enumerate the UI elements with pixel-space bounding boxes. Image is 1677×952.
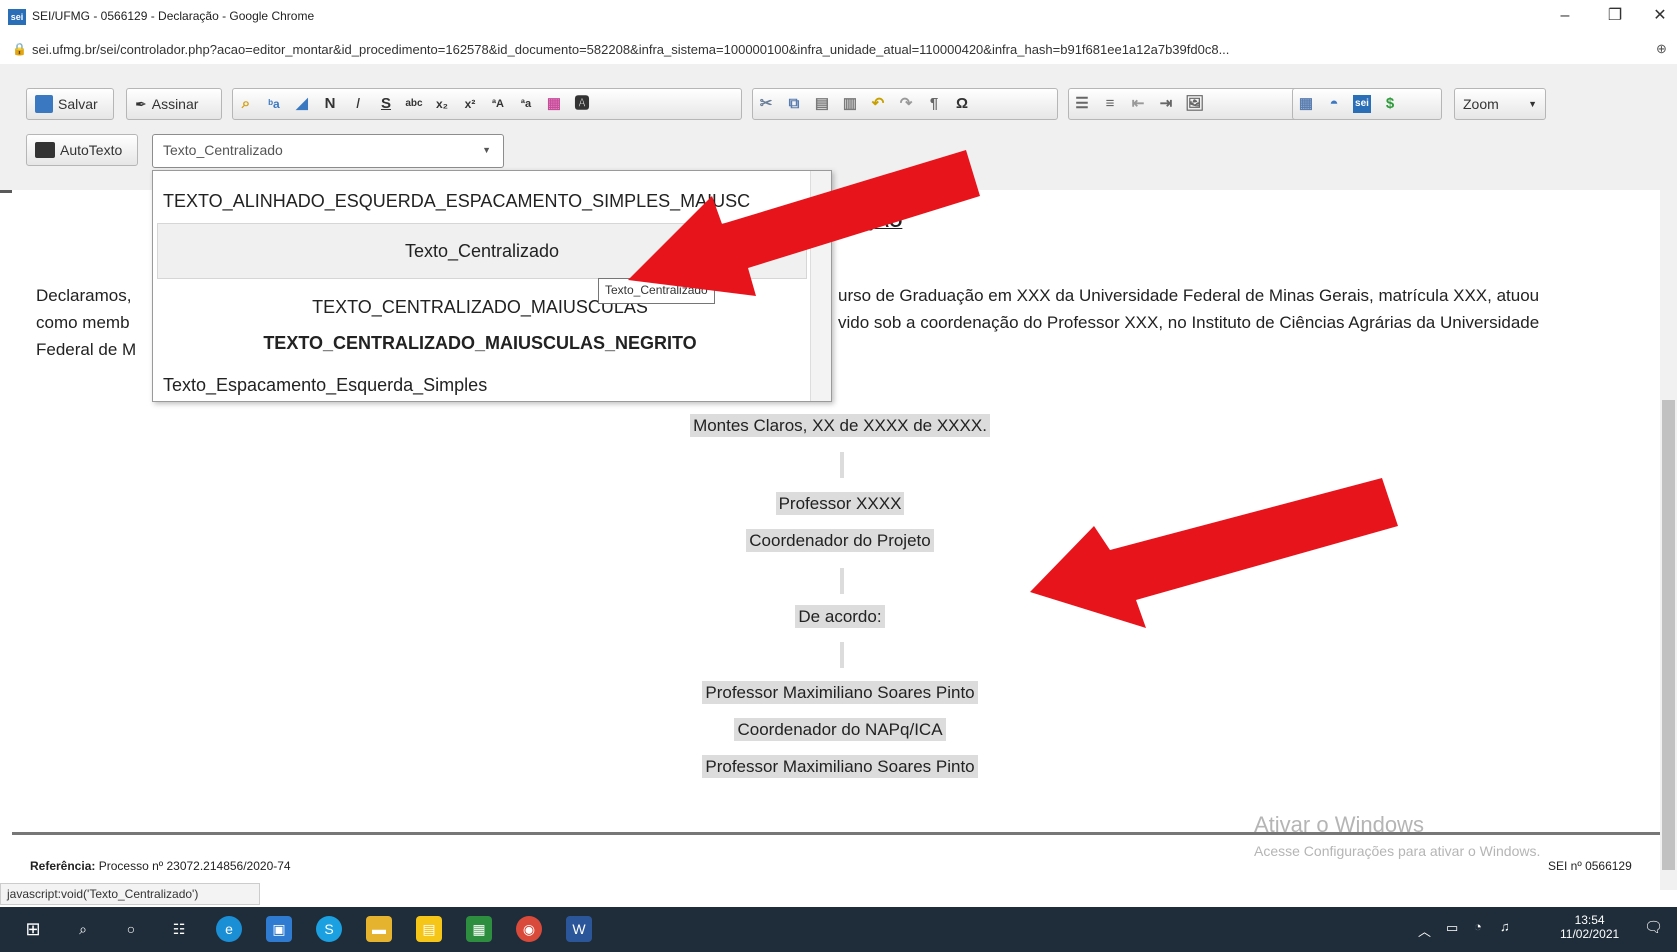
- windows-start-icon[interactable]: ⊞: [20, 916, 46, 942]
- table-color-icon[interactable]: ▦: [545, 95, 563, 113]
- url-text[interactable]: sei.ufmg.br/sei/controlador.php?acao=edi…: [32, 42, 1229, 57]
- link-icon[interactable]: ◓: [1325, 95, 1343, 113]
- battery-icon[interactable]: ▭: [1446, 920, 1458, 936]
- minimize-icon[interactable]: –: [1550, 5, 1580, 27]
- dollar-icon[interactable]: $: [1381, 95, 1399, 113]
- search-icon[interactable]: ⌕: [70, 916, 96, 942]
- pen-icon: ✒: [135, 95, 147, 112]
- table-icon[interactable]: ▦: [1297, 95, 1315, 113]
- signer2-role: Coordenador do NAPq/ICA: [500, 714, 1180, 746]
- window-title: SEI/UFMG - 0566129 - Declaração - Google…: [32, 9, 315, 23]
- lock-icon: 🔒: [12, 42, 27, 56]
- pilcrow-icon[interactable]: ¶: [925, 95, 943, 113]
- cortana-icon[interactable]: ○: [118, 916, 144, 942]
- restore-icon[interactable]: ❐: [1600, 5, 1630, 27]
- undo-icon[interactable]: ↶: [869, 95, 887, 113]
- chrome-icon[interactable]: ◉: [516, 916, 542, 942]
- sign-button[interactable]: ✒ Assinar: [126, 88, 222, 120]
- autotext-button[interactable]: AutoTexto: [26, 134, 138, 166]
- signer2-name-repeat: Professor Maximiliano Soares Pinto: [500, 751, 1180, 783]
- copy-icon[interactable]: ⧉: [785, 95, 803, 113]
- paste-word-icon[interactable]: ▥: [841, 95, 859, 113]
- format-toolbar-group: ⌕ ᵇa ◢ N I S abc x₂ x² ªA ªa ▦ 🅰: [232, 88, 742, 120]
- outdent-icon[interactable]: ⇤: [1129, 95, 1147, 113]
- sei-logo: sei: [8, 9, 26, 25]
- sei-link-icon[interactable]: sei: [1353, 95, 1371, 113]
- bulleted-list-icon[interactable]: ≡: [1101, 95, 1119, 113]
- edit-toolbar-group: ✂ ⧉ ▤ ▥ ↶ ↷ ¶ Ω: [752, 88, 1058, 120]
- sei-number: SEI nº 0566129: [1548, 859, 1632, 873]
- sticky-notes-icon[interactable]: ▤: [416, 916, 442, 942]
- paragraph-toolbar-group: ☰ ≡ ⇤ ⇥ 🖼: [1068, 88, 1304, 120]
- skype-icon[interactable]: S: [316, 916, 342, 942]
- numbered-list-icon[interactable]: ☰: [1073, 95, 1091, 113]
- browser-title-bar: sei SEI/UFMG - 0566129 - Declaração - Go…: [0, 0, 1677, 34]
- image-icon[interactable]: 🖼: [1185, 95, 1204, 113]
- paragraph-line2-right: vido sob a coordenação do Professor XXX,…: [838, 313, 1540, 332]
- omega-icon[interactable]: Ω: [953, 95, 971, 113]
- save-button[interactable]: Salvar: [26, 88, 114, 120]
- reference-text: Referência: Processo nº 23072.214856/202…: [30, 859, 291, 873]
- task-view-icon[interactable]: ☷: [166, 916, 192, 942]
- style-select[interactable]: Texto_Centralizado ▼: [152, 134, 504, 168]
- store-icon[interactable]: ▣: [266, 916, 292, 942]
- document-scrollbar[interactable]: [1660, 190, 1677, 890]
- underline-icon[interactable]: S: [377, 95, 395, 113]
- italic-icon[interactable]: I: [349, 95, 367, 113]
- red-arrow-top: [628, 150, 980, 296]
- paragraph-line3-left: Federal de M: [36, 340, 137, 359]
- red-arrow-bottom: [1030, 478, 1398, 628]
- word-icon[interactable]: W: [566, 916, 592, 942]
- windows-activation-subtitle: Acesse Configurações para ativar o Windo…: [1254, 843, 1541, 859]
- address-bar[interactable]: 🔒 sei.ufmg.br/sei/controlador.php?acao=e…: [0, 34, 1677, 64]
- zoom-magnifier-icon[interactable]: ⊕: [1656, 41, 1667, 57]
- edge-icon[interactable]: e: [216, 916, 242, 942]
- eraser-icon[interactable]: ◢: [293, 95, 311, 113]
- paste-icon[interactable]: ▤: [813, 95, 831, 113]
- status-bar: javascript:void('Texto_Centralizado'): [0, 883, 260, 905]
- wifi-icon[interactable]: ◔: [1474, 919, 1482, 934]
- uppercase-icon[interactable]: ªA: [489, 95, 507, 113]
- chevron-down-icon: ▼: [1528, 99, 1537, 109]
- windows-activation-title: Ativar o Windows: [1254, 812, 1424, 837]
- app-icon[interactable]: ▦: [466, 916, 492, 942]
- close-icon[interactable]: ✕: [1645, 5, 1675, 27]
- strikethrough-icon[interactable]: abc: [405, 95, 423, 113]
- replace-icon[interactable]: ᵇa: [265, 95, 283, 113]
- lowercase-icon[interactable]: ªa: [517, 95, 535, 113]
- superscript-icon[interactable]: x²: [461, 95, 479, 113]
- dropdown-item[interactable]: Texto_Espacamento_Esquerda_Simples: [153, 375, 817, 396]
- spacer-line: [840, 452, 844, 478]
- speech-bubble-icon: [35, 142, 55, 158]
- spacer-line: [840, 568, 844, 594]
- notifications-icon[interactable]: 🗨: [1644, 918, 1663, 936]
- taskbar-clock[interactable]: 13:54 11/02/2021: [1560, 913, 1619, 941]
- windows-taskbar: ⊞ ⌕ ○ ☷ e ▣ S ▬ ▤ ▦ ◉ W ︿ ▭ ◔ ♫ 13:54 11…: [0, 907, 1677, 952]
- find-icon[interactable]: ⌕: [237, 95, 255, 113]
- subscript-icon[interactable]: x₂: [433, 95, 451, 113]
- spacer-line: [840, 642, 844, 668]
- tray-chevron-icon[interactable]: ︿: [1418, 921, 1431, 940]
- place-date-line: Montes Claros, XX de XXXX de XXXX.: [500, 410, 1180, 442]
- volume-icon[interactable]: ♫: [1500, 919, 1510, 934]
- redo-icon[interactable]: ↷: [897, 95, 915, 113]
- scrollbar-thumb[interactable]: [1662, 400, 1675, 870]
- file-explorer-icon[interactable]: ▬: [366, 916, 392, 942]
- chevron-down-icon: ▼: [482, 145, 491, 155]
- indent-icon[interactable]: ⇥: [1157, 95, 1175, 113]
- signer2-name: Professor Maximiliano Soares Pinto: [500, 677, 1180, 709]
- zoom-select[interactable]: Zoom ▼: [1454, 88, 1546, 120]
- cut-icon[interactable]: ✂: [757, 95, 775, 113]
- floppy-icon: [35, 95, 53, 113]
- extras-toolbar-group: ▦ ◓ sei $: [1292, 88, 1442, 120]
- dropdown-item[interactable]: TEXTO_CENTRALIZADO_MAIUSCULAS_NEGRITO: [153, 333, 807, 354]
- bold-icon[interactable]: N: [321, 95, 339, 113]
- text-color-icon[interactable]: 🅰: [573, 95, 591, 113]
